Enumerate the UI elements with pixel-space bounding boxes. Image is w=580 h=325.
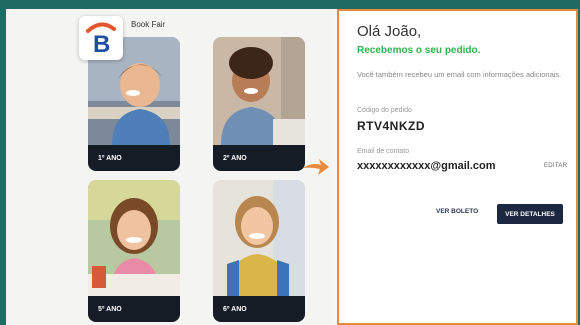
grade-label: 5º ANO xyxy=(88,296,180,322)
svg-text:B: B xyxy=(93,31,110,55)
view-details-button[interactable]: VER DETALHES xyxy=(497,204,563,224)
order-code: RTV4NKZD xyxy=(357,119,426,133)
order-confirmation-panel: Olá João, Recebemos o seu pedido. Você t… xyxy=(337,9,578,325)
grade-card-2[interactable]: 2º ANO xyxy=(213,37,305,171)
view-boleto-button[interactable]: VER BOLETO xyxy=(436,208,478,215)
email-info-text: Você também recebeu um email com informa… xyxy=(357,70,562,79)
grade-label: 6º ANO xyxy=(213,296,305,322)
grade-card-3[interactable]: 5º ANO xyxy=(88,180,180,322)
arrow-right-icon xyxy=(303,159,329,175)
book-fair-logo: B xyxy=(79,16,123,60)
grade-label: 2º ANO xyxy=(213,145,305,171)
grade-photo-3 xyxy=(88,180,180,296)
logo-icon: B xyxy=(86,22,116,55)
grade-photo-4 xyxy=(213,180,305,296)
grade-card-4[interactable]: 6º ANO xyxy=(213,180,305,322)
contact-email: xxxxxxxxxxxx@gmail.com xyxy=(357,160,496,172)
edit-email-link[interactable]: EDITAR xyxy=(544,163,567,169)
greeting-heading: Olá João, xyxy=(357,23,422,40)
contact-email-label: Email de contato xyxy=(357,148,410,155)
grade-label: 1º ANO xyxy=(88,145,180,171)
brand-name: Book Fair xyxy=(131,20,166,29)
order-code-label: Código do pedido xyxy=(357,107,412,114)
grade-photo-2 xyxy=(213,37,305,145)
order-received-message: Recebemos o seu pedido. xyxy=(357,45,481,56)
top-frame-bar xyxy=(0,0,580,9)
